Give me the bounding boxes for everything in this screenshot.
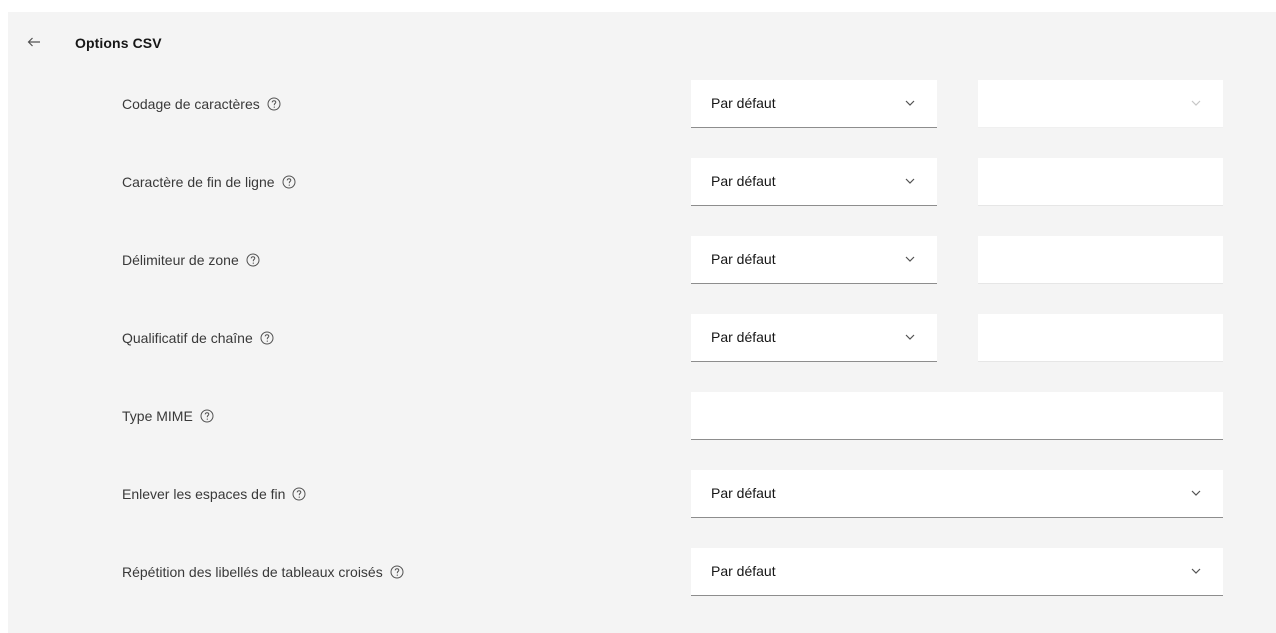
mime-type-input[interactable]: [691, 392, 1223, 440]
encoding-select[interactable]: Par défaut: [691, 80, 937, 128]
help-circle-icon[interactable]: [389, 564, 405, 580]
row-mime-type: Type MIME: [8, 392, 1276, 442]
row-trim-trailing-spaces: Enlever les espaces de fin Par défaut: [8, 470, 1276, 520]
row-crosstab-label-repeat: Répétition des libellés de tableaux croi…: [8, 548, 1276, 598]
row-field-delimiter: Délimiteur de zone Par défaut: [8, 236, 1276, 286]
label-text: Répétition des libellés de tableaux croi…: [122, 564, 383, 580]
row-label: Qualificatif de chaîne: [122, 330, 275, 346]
csv-options-panel: Options CSV Codage de caractères Par déf…: [8, 12, 1276, 633]
select-value: Par défaut: [711, 485, 776, 501]
label-text: Délimiteur de zone: [122, 252, 239, 268]
help-circle-icon[interactable]: [259, 330, 275, 346]
chevron-down-icon: [905, 256, 915, 262]
select-value: Par défaut: [711, 173, 776, 189]
string-qualifier-select[interactable]: Par défaut: [691, 314, 937, 362]
crosstab-label-repeat-select[interactable]: Par défaut: [691, 548, 1223, 596]
label-text: Qualificatif de chaîne: [122, 330, 253, 346]
row-line-end-character: Caractère de fin de ligne Par défaut: [8, 158, 1276, 208]
help-circle-icon[interactable]: [291, 486, 307, 502]
row-string-qualifier: Qualificatif de chaîne Par défaut: [8, 314, 1276, 364]
select-value: Par défaut: [711, 329, 776, 345]
select-value: Par défaut: [711, 95, 776, 111]
row-label: Type MIME: [122, 408, 215, 424]
field-delimiter-select[interactable]: Par défaut: [691, 236, 937, 284]
panel-header: Options CSV: [8, 12, 1276, 74]
chevron-down-icon: [905, 100, 915, 106]
encoding-secondary-select: [978, 80, 1223, 128]
row-label: Caractère de fin de ligne: [122, 174, 297, 190]
chevron-down-icon: [1191, 490, 1201, 496]
label-text: Type MIME: [122, 408, 193, 424]
select-value: Par défaut: [711, 563, 776, 579]
string-qualifier-custom-input[interactable]: [978, 314, 1223, 362]
chevron-down-icon: [1191, 568, 1201, 574]
row-character-encoding: Codage de caractères Par défaut: [8, 80, 1276, 130]
arrow-left-icon: [27, 37, 40, 47]
help-circle-icon[interactable]: [245, 252, 261, 268]
row-label: Codage de caractères: [122, 96, 282, 112]
label-text: Caractère de fin de ligne: [122, 174, 275, 190]
line-end-select[interactable]: Par défaut: [691, 158, 937, 206]
help-circle-icon[interactable]: [281, 174, 297, 190]
back-button[interactable]: [22, 30, 46, 54]
select-value: Par défaut: [711, 251, 776, 267]
label-text: Enlever les espaces de fin: [122, 486, 286, 502]
field-delimiter-custom-input[interactable]: [978, 236, 1223, 284]
row-label: Délimiteur de zone: [122, 252, 261, 268]
help-circle-icon[interactable]: [266, 96, 282, 112]
help-circle-icon[interactable]: [199, 408, 215, 424]
chevron-down-icon: [905, 178, 915, 184]
row-label: Enlever les espaces de fin: [122, 486, 307, 502]
trim-spaces-select[interactable]: Par défaut: [691, 470, 1223, 518]
line-end-custom-input[interactable]: [978, 158, 1223, 206]
chevron-down-icon: [1191, 100, 1201, 106]
page-title: Options CSV: [75, 35, 162, 51]
chevron-down-icon: [905, 334, 915, 340]
row-label: Répétition des libellés de tableaux croi…: [122, 564, 405, 580]
label-text: Codage de caractères: [122, 96, 260, 112]
